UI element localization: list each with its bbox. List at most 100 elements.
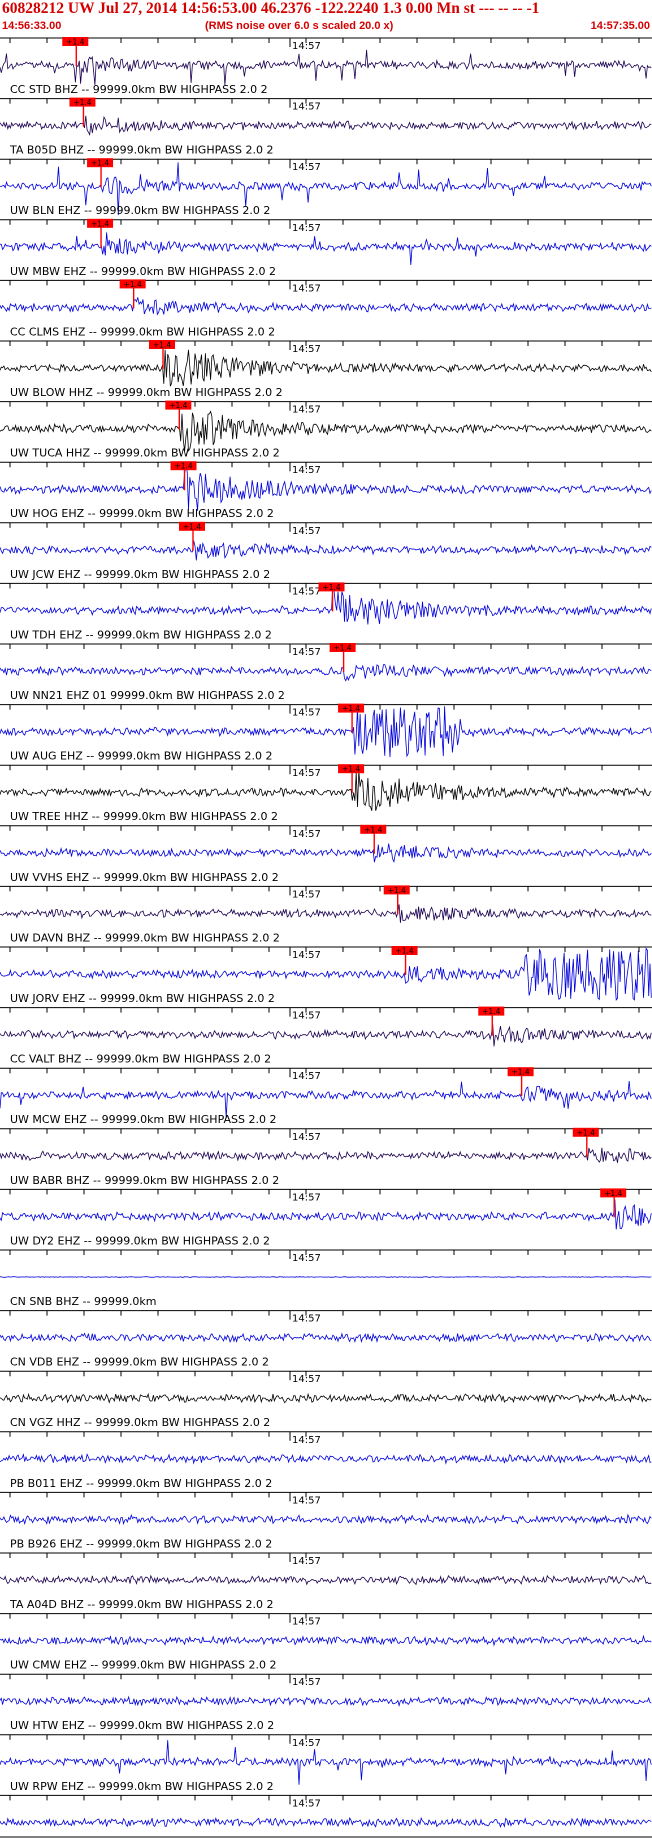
pick-label: +1.4	[333, 644, 351, 653]
waveform-trace	[0, 1332, 652, 1344]
minute-tick-label: 14:57	[292, 1132, 321, 1143]
minute-tick-label: 14:57	[292, 1738, 321, 1749]
waveform-trace	[0, 664, 652, 682]
minute-tick-label: 14:57	[292, 223, 321, 234]
pick-label: +1.4	[124, 280, 142, 289]
station-label: CC VALT BHZ -- 99999.0km BW HIGHPASS 2.0…	[10, 1053, 271, 1066]
waveform-trace	[0, 586, 652, 625]
minute-tick-label: 14:57	[292, 1314, 321, 1325]
minute-tick-label: 14:57	[292, 586, 321, 597]
station-label: CN SNB BHZ -- 99999.0km	[10, 1295, 157, 1308]
pick-label: +1.4	[73, 98, 91, 107]
waveform-trace	[0, 1513, 652, 1526]
minute-tick-label: 14:57	[292, 162, 321, 173]
waveform-trace	[0, 1276, 652, 1278]
pick-label: +1.4	[342, 704, 360, 713]
waveform-trace	[0, 1147, 652, 1163]
station-label: CC CLMS EHZ -- 99999.0km BW HIGHPASS 2.0…	[10, 325, 275, 338]
waveform-trace	[0, 1574, 652, 1586]
station-label: UW CMW EHZ -- 99999.0km BW HIGHPASS 2.0 …	[10, 1659, 276, 1672]
station-label: UW TDH EHZ -- 99999.0km BW HIGHPASS 2.0 …	[10, 628, 272, 641]
station-label: UW HTW EHZ -- 99999.0km BW HIGHPASS 2.0 …	[10, 1719, 274, 1732]
minute-tick-label: 14:57	[292, 829, 321, 840]
pick-label: +1.4	[91, 159, 109, 168]
waveform-trace	[0, 904, 652, 923]
station-label: TA B05D BHZ -- 99999.0km BW HIGHPASS 2.0…	[9, 144, 274, 157]
minute-tick-label: 14:57	[292, 950, 321, 961]
station-label: PB B926 EHZ -- 99999.0km BW HIGHPASS 2.0…	[10, 1537, 272, 1550]
waveform-trace	[0, 49, 652, 86]
station-label: UW RPW EHZ -- 99999.0km BW HIGHPASS 2.0 …	[10, 1780, 274, 1793]
pick-label: +1.4	[577, 1128, 595, 1137]
minute-tick-label: 14:57	[292, 1435, 321, 1446]
seismogram-panel: 14:57 +1.4 CC STD BHZ -- 99999.0km BW HIGH…	[0, 37, 652, 1838]
waveform-trace	[0, 410, 652, 452]
minute-tick-label: 14:57	[292, 647, 321, 658]
station-label: PB B011 EHZ -- 99999.0km BW HIGHPASS 2.0…	[10, 1477, 272, 1490]
pick-label: +1.4	[395, 947, 413, 956]
station-label: CN VDB EHZ -- 99999.0km BW HIGHPASS 2.0 …	[10, 1356, 269, 1369]
minute-tick-label: 14:57	[292, 768, 321, 779]
waveform-trace	[0, 115, 652, 137]
station-label: UW NN21 EHZ 01 99999.0km BW HIGHPASS 2.0…	[10, 689, 285, 702]
waveform-trace	[0, 1199, 652, 1230]
minute-tick-label: 14:57	[292, 405, 321, 416]
waveform-trace	[0, 1695, 652, 1708]
minute-tick-label: 14:57	[292, 1495, 321, 1506]
waveform-trace	[0, 466, 652, 511]
minute-tick-label: 14:57	[292, 1617, 321, 1628]
minute-tick-label: 14:57	[292, 41, 321, 52]
minute-tick-label: 14:57	[292, 102, 321, 113]
pick-label: +1.4	[482, 1007, 500, 1016]
waveform-trace	[0, 1453, 652, 1465]
minute-tick-label: 14:57	[292, 1556, 321, 1567]
station-label: UW DAVN BHZ -- 99999.0km BW HIGHPASS 2.0…	[10, 931, 280, 944]
waveform-trace	[0, 1740, 652, 1785]
pick-label: +1.4	[91, 219, 109, 228]
pick-label: +1.4	[388, 886, 406, 895]
station-label: UW JCW EHZ -- 99999.0km BW HIGHPASS 2.0 …	[10, 568, 270, 581]
station-label: UW TUCA HHZ -- 99999.0km BW HIGHPASS 2.0…	[10, 447, 280, 460]
waveform-trace	[0, 297, 652, 316]
waveform-trace	[0, 1634, 652, 1647]
minute-tick-label: 14:57	[292, 283, 321, 294]
pick-label: +1.4	[183, 522, 201, 531]
pick-label: +1.4	[604, 1189, 622, 1198]
minute-tick-label: 14:57	[292, 1798, 321, 1809]
waveform-trace	[0, 843, 652, 864]
waveform-trace	[0, 540, 652, 561]
pick-label: +1.4	[511, 1068, 529, 1077]
waveform-trace	[0, 1023, 652, 1047]
waveform-trace	[0, 349, 652, 387]
pick-label: +1.4	[169, 401, 187, 410]
pick-label: +1.4	[153, 341, 171, 350]
waveform-trace	[0, 1080, 652, 1118]
station-label: UW TREE HHZ -- 99999.0km BW HIGHPASS 2.0…	[10, 810, 278, 823]
station-label: UW VVHS EHZ -- 99999.0km BW HIGHPASS 2.0…	[10, 871, 279, 884]
minute-tick-label: 14:57	[292, 465, 321, 476]
minute-tick-label: 14:57	[292, 708, 321, 719]
waveform-trace	[0, 1392, 652, 1404]
station-label: CC STD BHZ -- 99999.0km BW HIGHPASS 2.0 …	[10, 83, 268, 96]
station-label: UW BLOW HHZ -- 99999.0km BW HIGHPASS 2.0…	[10, 386, 283, 399]
station-label: UW BLN EHZ -- 99999.0km BW HIGHPASS 2.0 …	[10, 204, 270, 217]
minute-tick-label: 14:57	[292, 526, 321, 537]
station-label: UW BABR BHZ -- 99999.0km BW HIGHPASS 2.0…	[10, 1174, 279, 1187]
station-label: UW AUG EHZ -- 99999.0km BW HIGHPASS 2.0 …	[10, 750, 273, 763]
waveform-trace	[0, 232, 652, 266]
station-label: UW DY2 EHZ -- 99999.0km BW HIGHPASS 2.0 …	[10, 1234, 270, 1247]
waveform-trace	[0, 1816, 652, 1828]
station-label: CN VGZ HHZ -- 99999.0km BW HIGHPASS 2.0 …	[10, 1416, 270, 1429]
minute-tick-label: 14:57	[292, 1374, 321, 1385]
pick-label: +1.4	[66, 38, 84, 47]
station-label: TA A04D BHZ -- 99999.0km BW HIGHPASS 2.0…	[9, 1598, 273, 1611]
minute-tick-label: 14:57	[292, 1192, 321, 1203]
minute-tick-label: 14:57	[292, 1011, 321, 1022]
station-label: UW MCW EHZ -- 99999.0km BW HIGHPASS 2.0 …	[10, 1113, 276, 1126]
station-label: UW HOG EHZ -- 99999.0km BW HIGHPASS 2.0 …	[10, 507, 274, 520]
waveform-trace	[0, 770, 652, 811]
minute-tick-label: 14:57	[292, 1677, 321, 1688]
minute-tick-label: 14:57	[292, 344, 321, 355]
pick-label: +1.4	[342, 765, 360, 774]
station-label: UW JORV EHZ -- 99999.0km BW HIGHPASS 2.0…	[10, 992, 275, 1005]
